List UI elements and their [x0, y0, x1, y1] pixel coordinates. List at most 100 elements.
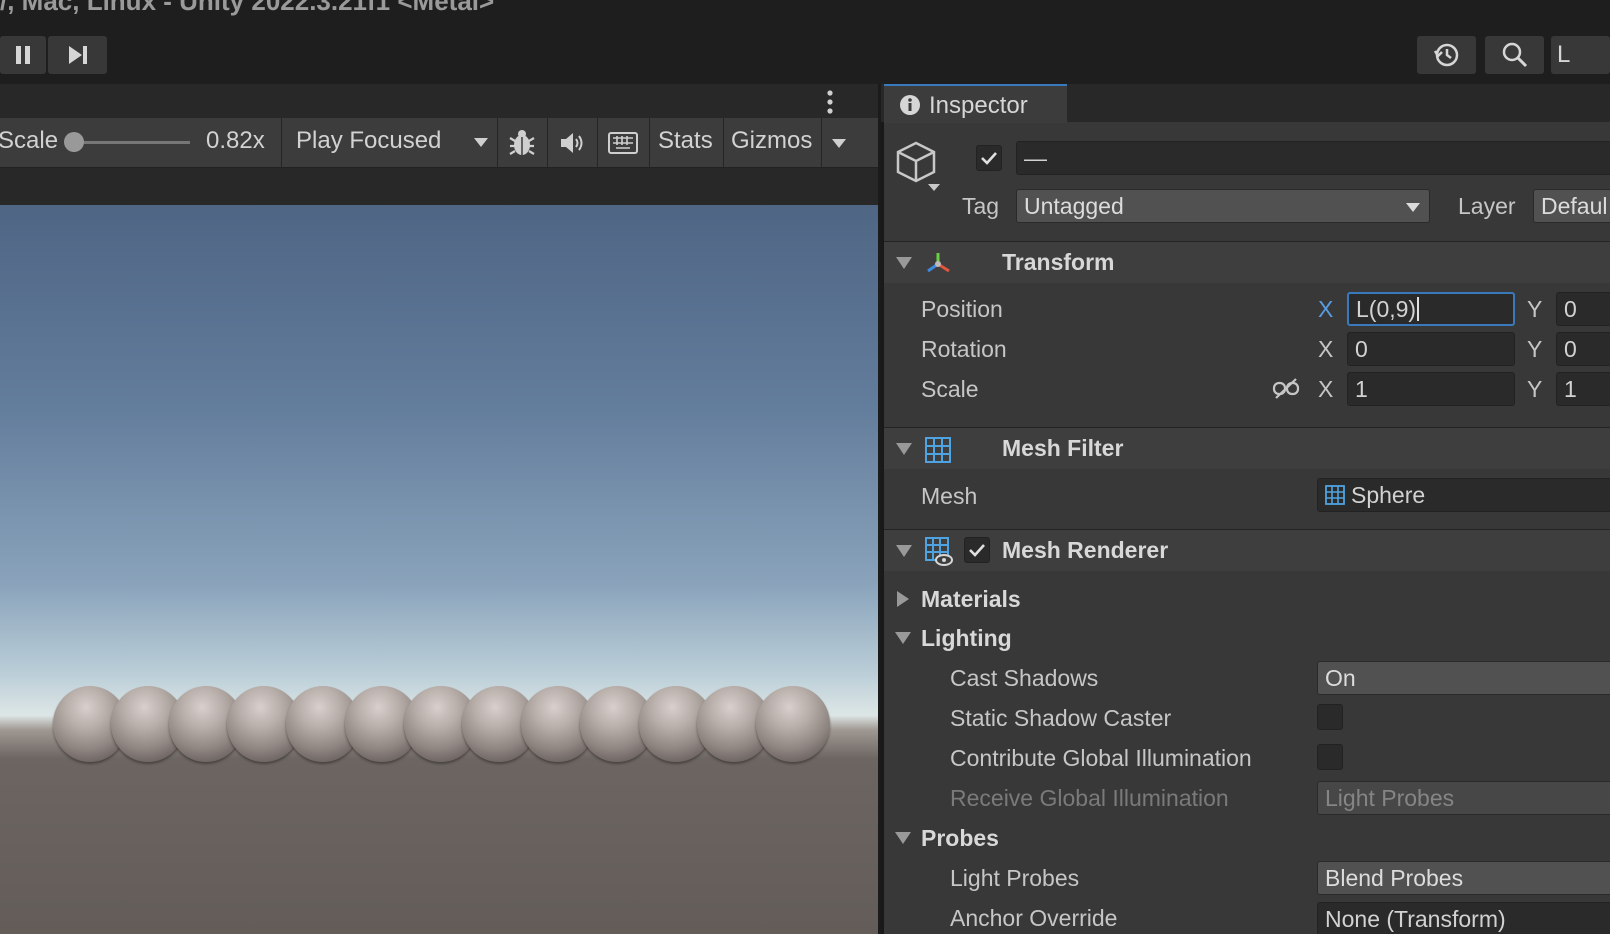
foldout-arrow-icon	[896, 257, 912, 269]
layer-label: Layer	[1458, 193, 1516, 219]
search-icon	[1502, 42, 1527, 68]
mesh-value: Sphere	[1351, 481, 1426, 508]
frame-debugger-button[interactable]	[498, 118, 546, 168]
contribute-gi-checkbox[interactable]	[1317, 744, 1343, 770]
probes-label[interactable]: Probes	[921, 825, 999, 852]
rotation-y-field[interactable]: 0	[1556, 332, 1610, 366]
sphere	[756, 686, 830, 762]
step-button[interactable]	[48, 36, 107, 74]
materials-foldout-icon[interactable]	[897, 591, 909, 607]
pause-icon	[16, 46, 30, 64]
rotation-x-axis-label: X	[1318, 336, 1334, 362]
light-probes-dropdown[interactable]: Blend Probes	[1317, 861, 1610, 895]
mesh-filter-title: Mesh Filter	[1002, 435, 1124, 461]
contribute-gi-label: Contribute Global Illumination	[950, 745, 1252, 771]
layer-value: Defaul	[1541, 192, 1608, 219]
tag-dropdown[interactable]: Untagged	[1016, 189, 1430, 223]
chevron-down-icon	[474, 138, 488, 147]
tab-inspector-label: Inspector	[929, 92, 1028, 119]
scale-y-value: 1	[1564, 375, 1577, 402]
light-probes-value: Blend Probes	[1325, 864, 1464, 891]
gameobject-name-field[interactable]: —	[1016, 141, 1610, 175]
tab-inspector[interactable]: Inspector	[884, 84, 1067, 123]
anchor-override-value: None (Transform)	[1325, 905, 1506, 932]
mesh-renderer-title: Mesh Renderer	[1002, 537, 1169, 563]
search-button[interactable]	[1485, 36, 1544, 74]
step-icon	[68, 46, 87, 64]
scale-x-axis-label: X	[1318, 376, 1334, 402]
layers-button[interactable]: L	[1551, 36, 1610, 74]
gizmos-label: Gizmos	[731, 127, 813, 154]
play-mode-dropdown[interactable]: Play Focused	[282, 118, 496, 168]
unlinked-scale-icon[interactable]	[1272, 377, 1300, 401]
lighting-foldout-icon[interactable]	[895, 632, 911, 644]
static-shadow-caster-checkbox[interactable]	[1317, 704, 1343, 730]
position-x-field[interactable]: L(0,9)	[1347, 292, 1515, 326]
receive-gi-value: Light Probes	[1325, 784, 1455, 811]
window-title-bar: /, Mac, Linux - Unity 2022.3.21f1 <Metal…	[0, 0, 1610, 22]
undo-history-button[interactable]	[1417, 36, 1476, 74]
gizmos-button[interactable]: Gizmos	[724, 118, 820, 168]
rotation-x-value: 0	[1355, 335, 1368, 362]
gizmos-dropdown-button[interactable]	[822, 118, 856, 168]
materials-label[interactable]: Materials	[921, 586, 1021, 613]
scale-x-field[interactable]: 1	[1347, 372, 1515, 406]
more-options-icon[interactable]	[825, 88, 835, 116]
cast-shadows-value: On	[1325, 664, 1356, 691]
scale-x-value: 1	[1355, 375, 1368, 402]
scale-y-field[interactable]: 1	[1556, 372, 1610, 406]
scale-value: 0.82x	[206, 127, 265, 154]
info-icon	[900, 95, 920, 115]
transform-header[interactable]: Transform	[884, 241, 1610, 283]
game-view-tab-strip	[0, 84, 878, 118]
anchor-override-label: Anchor Override	[950, 905, 1118, 931]
mesh-object-field[interactable]: Sphere	[1317, 478, 1610, 512]
checkmark-icon	[981, 152, 997, 165]
mute-audio-button[interactable]	[548, 118, 596, 168]
gameobject-name-value: —	[1024, 144, 1047, 171]
position-y-value: 0	[1564, 295, 1577, 322]
game-view-letterbox	[0, 168, 878, 205]
mesh-filter-header[interactable]: Mesh Filter	[884, 427, 1610, 469]
checkmark-icon	[969, 544, 985, 557]
rotation-y-axis-label: Y	[1527, 336, 1543, 362]
window-title: /, Mac, Linux - Unity 2022.3.21f1 <Metal…	[0, 0, 495, 16]
game-view-toolbar: Scale 0.82x Play Focused Stats Gizmos	[0, 118, 878, 168]
mesh-renderer-icon	[925, 537, 953, 566]
position-label: Position	[921, 296, 1003, 322]
main-toolbar: L	[0, 22, 1610, 84]
rotation-y-value: 0	[1564, 335, 1577, 362]
layer-dropdown[interactable]: Defaul	[1533, 189, 1610, 223]
position-x-value: L(0,9)	[1356, 295, 1417, 322]
mesh-label: Mesh	[921, 483, 978, 509]
anchor-override-field[interactable]: None (Transform)	[1317, 902, 1610, 934]
foldout-arrow-icon	[896, 545, 912, 557]
light-probes-label: Light Probes	[950, 865, 1080, 891]
text-caret	[1417, 297, 1420, 321]
position-y-field[interactable]: 0	[1556, 292, 1610, 326]
game-viewport[interactable]	[0, 205, 878, 934]
probes-foldout-icon[interactable]	[895, 832, 911, 844]
foldout-arrow-icon	[896, 443, 912, 455]
shortcuts-button[interactable]	[598, 118, 648, 168]
gameobject-active-checkbox[interactable]	[976, 145, 1002, 171]
lighting-label[interactable]: Lighting	[921, 625, 1012, 652]
static-shadow-caster-label: Static Shadow Caster	[950, 705, 1172, 731]
gameobject-cube-icon[interactable]	[894, 140, 942, 192]
scale-slider-track[interactable]	[70, 141, 190, 144]
receive-gi-label: Receive Global Illumination	[950, 785, 1229, 811]
stats-button[interactable]: Stats	[650, 118, 722, 168]
pause-button[interactable]	[0, 36, 46, 74]
mesh-renderer-enabled-checkbox[interactable]	[964, 537, 990, 563]
speaker-icon	[561, 133, 583, 153]
bug-icon	[509, 130, 535, 155]
scale-slider-thumb[interactable]	[64, 132, 84, 152]
rotation-x-field[interactable]: 0	[1347, 332, 1515, 366]
history-icon	[1433, 43, 1458, 67]
cast-shadows-dropdown[interactable]: On	[1317, 661, 1610, 695]
mesh-renderer-header[interactable]: Mesh Renderer	[884, 529, 1610, 571]
mesh-grid-icon	[1325, 485, 1345, 505]
mesh-grid-icon	[925, 437, 951, 463]
stats-label: Stats	[658, 127, 713, 154]
scale-label: Scale	[921, 376, 979, 402]
